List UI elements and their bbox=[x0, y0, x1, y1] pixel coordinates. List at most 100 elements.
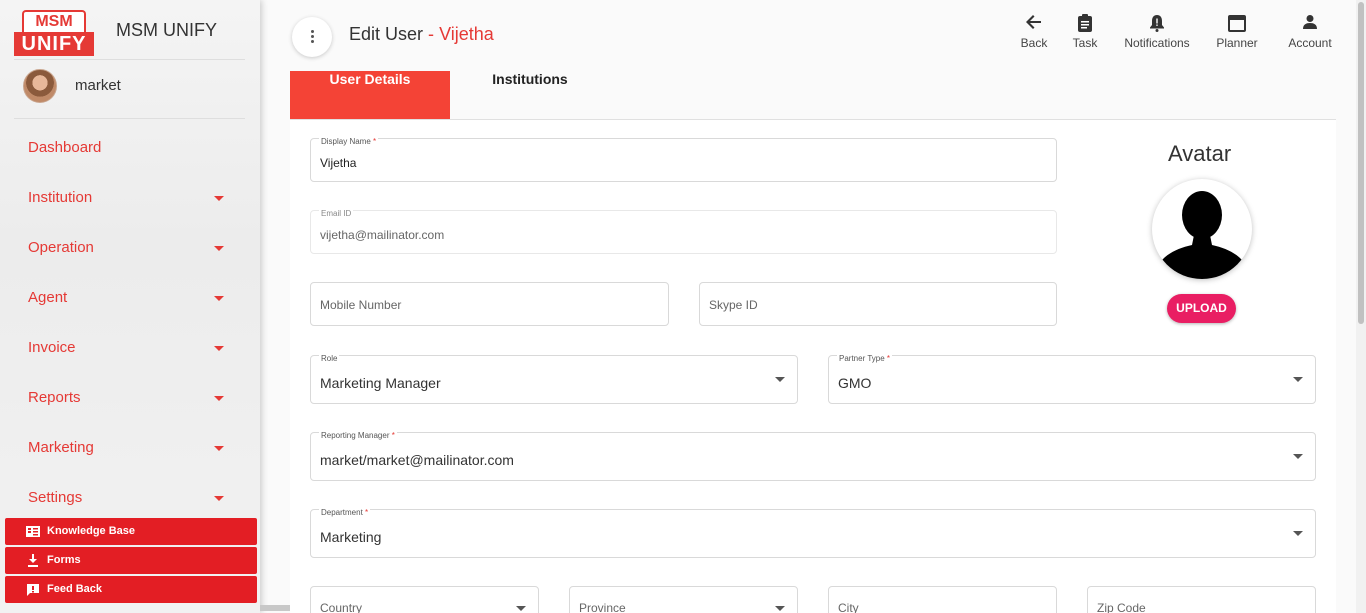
country-select[interactable]: Country bbox=[310, 586, 539, 613]
tab-user-details[interactable]: User Details bbox=[290, 71, 450, 119]
sidebar-item-label: Reports bbox=[28, 389, 81, 406]
caret-down-icon bbox=[214, 446, 224, 451]
download-icon bbox=[26, 554, 40, 567]
chevron-down-icon bbox=[1293, 454, 1303, 459]
feedback-icon bbox=[26, 583, 40, 596]
required-mark: * bbox=[373, 137, 377, 146]
province-select[interactable]: Province bbox=[569, 586, 798, 613]
header-actions: Back Task Notifications Planner Account bbox=[1010, 14, 1350, 58]
upload-avatar-button[interactable]: UPLOAD bbox=[1167, 294, 1236, 323]
caret-down-icon bbox=[214, 396, 224, 401]
chevron-down-icon bbox=[516, 606, 526, 611]
sidebar-item-marketing[interactable]: Marketing bbox=[0, 423, 260, 473]
display-name-field[interactable]: Display Name * Vijetha bbox=[310, 137, 1057, 182]
required-mark: * bbox=[365, 508, 369, 517]
knowledge-base-button[interactable]: Knowledge Base bbox=[5, 518, 257, 545]
sidebar-item-label: Marketing bbox=[28, 439, 94, 456]
partner-type-label: Partner Type * bbox=[837, 354, 893, 363]
email-field: Email ID vijetha@mailinator.com bbox=[310, 209, 1057, 254]
arrow-left-icon bbox=[1010, 14, 1058, 36]
city-field[interactable]: City bbox=[828, 586, 1057, 613]
caret-down-icon bbox=[214, 246, 224, 251]
sidebar-scrollbar[interactable] bbox=[260, 605, 290, 611]
sidebar-item-institution[interactable]: Institution bbox=[0, 173, 260, 223]
page-title: Edit User - Vijetha bbox=[349, 24, 494, 45]
display-name-label: Display Name * bbox=[319, 137, 379, 146]
knowledge-base-label: Knowledge Base bbox=[47, 525, 136, 537]
scrollbar-thumb[interactable] bbox=[1358, 2, 1364, 324]
task-button[interactable]: Task bbox=[1065, 14, 1105, 50]
tab-bar: User Details Institutions bbox=[290, 71, 1336, 120]
page-subject: Vijetha bbox=[439, 24, 494, 44]
user-name: market bbox=[75, 77, 121, 94]
sidebar-item-reports[interactable]: Reports bbox=[0, 373, 260, 423]
department-select[interactable]: Department * Marketing bbox=[310, 508, 1316, 558]
planner-button[interactable]: Planner bbox=[1208, 14, 1266, 50]
mobile-number-placeholder: Mobile Number bbox=[320, 298, 402, 312]
sidebar-item-agent[interactable]: Agent bbox=[0, 273, 260, 323]
avatar-title: Avatar bbox=[1168, 141, 1232, 166]
task-label: Task bbox=[1072, 36, 1098, 50]
sidebar-item-settings[interactable]: Settings bbox=[0, 473, 260, 523]
account-button[interactable]: Account bbox=[1274, 14, 1346, 50]
page-title-text: Edit User bbox=[349, 24, 424, 44]
person-icon bbox=[1274, 14, 1346, 36]
zip-code-field[interactable]: Zip Code bbox=[1087, 586, 1316, 613]
logo-top-text: MSM bbox=[22, 10, 86, 32]
zip-code-placeholder: Zip Code bbox=[1097, 601, 1146, 613]
calendar-icon bbox=[1208, 14, 1266, 36]
reporting-manager-label: Reporting Manager * bbox=[319, 431, 397, 440]
required-mark: * bbox=[391, 431, 395, 440]
chevron-down-icon bbox=[1293, 377, 1303, 382]
sidebar-item-label: Agent bbox=[28, 289, 68, 306]
sidebar-item-label: Invoice bbox=[28, 339, 76, 356]
label-text: Reporting Manager bbox=[321, 431, 390, 440]
dot-icon bbox=[311, 40, 314, 43]
sidebar-item-label: Dashboard bbox=[28, 139, 102, 156]
email-value: vijetha@mailinator.com bbox=[320, 228, 445, 242]
brand-header: MSM UNIFY MSM UNIFY bbox=[14, 10, 245, 60]
sidebar-item-operation[interactable]: Operation bbox=[0, 223, 260, 273]
partner-type-select[interactable]: Partner Type * GMO bbox=[828, 354, 1316, 404]
app-root: MSM UNIFY MSM UNIFY market Dashboard Ins… bbox=[0, 0, 1366, 613]
sidebar-user[interactable]: market bbox=[14, 60, 245, 119]
avatar-image bbox=[1152, 179, 1252, 279]
chevron-down-icon bbox=[775, 377, 785, 382]
sidebar-item-label: Operation bbox=[28, 239, 94, 256]
page-scrollbar[interactable] bbox=[1356, 0, 1366, 613]
person-silhouette-icon bbox=[1156, 191, 1248, 279]
avatar bbox=[23, 69, 57, 103]
skype-id-field[interactable]: Skype ID bbox=[699, 282, 1057, 326]
role-select[interactable]: Role Marketing Manager bbox=[310, 354, 798, 404]
chevron-down-icon bbox=[775, 606, 785, 611]
sidebar-item-dashboard[interactable]: Dashboard bbox=[0, 123, 260, 173]
skype-id-placeholder: Skype ID bbox=[709, 298, 758, 312]
sidebar-item-label: Institution bbox=[28, 189, 93, 206]
label-text: Partner Type bbox=[839, 354, 885, 363]
dot-icon bbox=[311, 30, 314, 33]
reporting-manager-select[interactable]: Reporting Manager * market/market@mailin… bbox=[310, 431, 1316, 481]
forms-button[interactable]: Forms bbox=[5, 547, 257, 574]
caret-down-icon bbox=[214, 296, 224, 301]
notifications-button[interactable]: Notifications bbox=[1112, 14, 1202, 50]
label-text: Display Name bbox=[321, 137, 371, 146]
email-label: Email ID bbox=[319, 209, 354, 218]
msm-unify-logo[interactable]: MSM UNIFY bbox=[14, 10, 94, 56]
feedback-button[interactable]: Feed Back bbox=[5, 576, 257, 603]
caret-down-icon bbox=[214, 496, 224, 501]
sidebar-item-invoice[interactable]: Invoice bbox=[0, 323, 260, 373]
forms-label: Forms bbox=[47, 554, 81, 566]
book-icon bbox=[26, 525, 40, 538]
top-header: Edit User - Vijetha Back Task Notificati… bbox=[290, 0, 1350, 70]
mobile-number-field[interactable]: Mobile Number bbox=[310, 282, 669, 326]
logo-bottom-text: UNIFY bbox=[14, 32, 94, 56]
sidebar: MSM UNIFY MSM UNIFY market Dashboard Ins… bbox=[0, 0, 260, 613]
brand-name: MSM UNIFY bbox=[116, 20, 217, 40]
bell-icon bbox=[1112, 14, 1202, 36]
tab-institutions[interactable]: Institutions bbox=[450, 71, 610, 119]
partner-type-value: GMO bbox=[838, 375, 872, 391]
back-button[interactable]: Back bbox=[1010, 14, 1058, 50]
department-value: Marketing bbox=[320, 529, 382, 545]
province-placeholder: Province bbox=[579, 601, 626, 613]
more-options-button[interactable] bbox=[292, 17, 332, 57]
